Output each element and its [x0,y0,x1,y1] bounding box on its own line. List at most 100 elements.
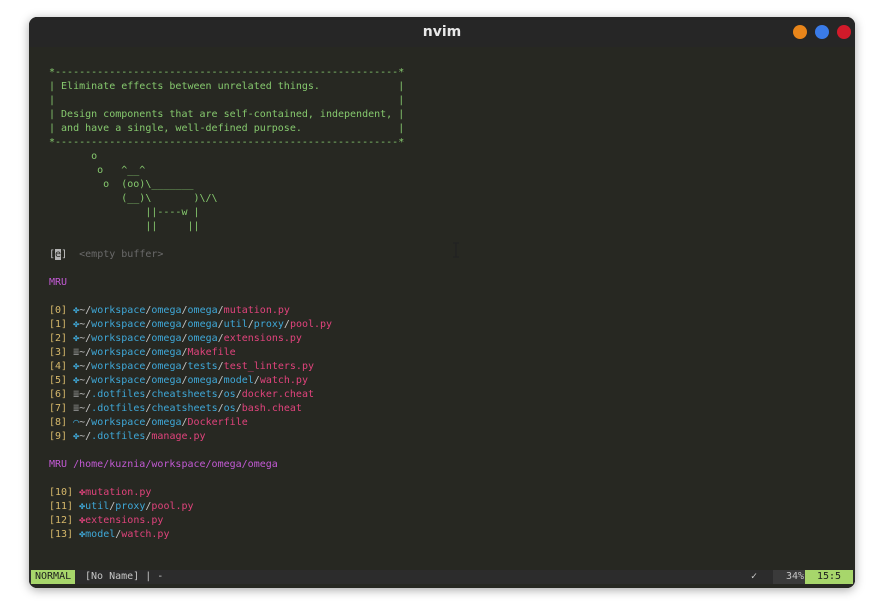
entry-index: [9] [49,431,68,442]
mru-entry[interactable]: [2] ✤~/workspace/omega/omega/extensions.… [49,332,302,346]
path-dir: util [85,501,110,512]
path-dir: workspace [91,375,146,386]
path-prefix: ~/ [79,403,92,414]
maximize-button[interactable] [815,25,829,39]
minimize-button[interactable] [793,25,807,39]
entry-index: [2] [49,333,68,344]
mru-entry[interactable]: [1] ✤~/workspace/omega/omega/util/proxy/… [49,318,332,332]
file-name: docker.cheat [241,389,314,400]
path-prefix: ~/ [79,319,92,330]
mru-entry[interactable]: [10] ✤mutation.py [49,486,151,500]
path-dir: cheatsheets [151,403,218,414]
cursor-position: 15:5 [805,570,853,584]
path-dir: .dotfiles [91,431,146,442]
file-name: watch.py [259,375,308,386]
mru-entry[interactable]: [7] ≣~/.dotfiles/cheatsheets/os/bash.che… [49,402,302,416]
empty-buffer-entry[interactable]: [e] <empty buffer> [49,248,163,262]
buffer-name: [No Name] | - [85,571,164,582]
text-cursor-icon [453,242,459,258]
path-dir: omega [187,319,218,330]
mru-dir-header: MRU /home/kuznia/workspace/omega/omega [49,459,278,470]
entry-index: [0] [49,305,68,316]
cow-art-line: o [49,151,98,162]
mru-entry[interactable]: [6] ≣~/.dotfiles/cheatsheets/os/docker.c… [49,388,314,402]
path-dir: omega [151,333,182,344]
title-bar[interactable]: nvim [29,17,855,47]
path-dir: workspace [91,347,146,358]
path-dir: workspace [91,361,146,372]
status-line: NORMAL [No Name] | - ✓ 34% 15:5 [29,570,855,584]
path-dir: omega [187,375,218,386]
file-name: test_linters.py [223,361,314,372]
entry-index: [8] [49,417,68,428]
entry-index: [7] [49,403,68,414]
entry-index: [13] [49,529,74,540]
path-dir: proxy [253,319,284,330]
path-dir: omega [151,347,182,358]
path-dir: proxy [115,501,146,512]
path-dir: omega [151,375,182,386]
mru-entry[interactable]: [4] ✤~/workspace/omega/tests/test_linter… [49,360,314,374]
path-prefix: ~/ [79,375,92,386]
path-dir: os [223,389,236,400]
file-name: manage.py [151,431,206,442]
mru-entry[interactable]: [11] ✤util/proxy/pool.py [49,500,194,514]
entry-index: [5] [49,375,68,386]
file-name: pool.py [289,319,333,330]
path-dir: util [223,319,248,330]
mru-entry[interactable]: [3] ≣~/workspace/omega/Makefile [49,346,236,360]
empty-buffer-label: <empty buffer> [79,249,164,260]
quote-border-top: *---------------------------------------… [49,67,405,78]
path-dir: omega [151,417,182,428]
entry-index: [11] [49,501,74,512]
file-name: bash.cheat [241,403,302,414]
quote-line: | and have a single, well-defined purpos… [49,123,405,134]
close-button[interactable] [837,25,851,39]
file-name: watch.py [121,529,170,540]
quote-line: | Design components that are self-contai… [49,109,405,120]
quote-border-bottom: *---------------------------------------… [49,137,405,148]
editor-screen[interactable]: *---------------------------------------… [29,47,855,588]
mru-entry[interactable]: [5] ✤~/workspace/omega/omega/model/watch… [49,374,308,388]
path-dir: workspace [91,305,146,316]
file-name: extensions.py [85,515,164,526]
path-prefix: ~/ [79,389,92,400]
path-dir: os [223,403,236,414]
file-name: Makefile [187,347,236,358]
entry-index: [4] [49,361,68,372]
entry-index: [12] [49,515,74,526]
mru-entry[interactable]: [13] ✤model/watch.py [49,528,169,542]
mru-entry[interactable]: [12] ✤extensions.py [49,514,163,528]
path-dir: .dotfiles [91,403,146,414]
cow-art-line: o (oo)\_______ [49,179,194,190]
mru-header: MRU [49,277,68,288]
mru-entry[interactable]: [8] ⌒~/workspace/omega/Dockerfile [49,416,248,430]
path-dir: tests [187,361,218,372]
quote-line: | | [49,95,405,106]
entry-index: [10] [49,487,74,498]
file-name: extensions.py [223,333,302,344]
file-name: mutation.py [223,305,290,316]
path-dir: model [85,529,116,540]
cow-art-line: o ^__^ [49,165,146,176]
path-dir: omega [187,305,218,316]
cow-art-line: || || [49,221,200,232]
cow-art-line: (__)\ )\/\ [49,193,218,204]
entry-index: [6] [49,389,68,400]
mru-entry[interactable]: [0] ✤~/workspace/omega/omega/mutation.py [49,304,290,318]
check-icon: ✓ [751,571,758,582]
path-prefix: ~/ [79,361,92,372]
path-prefix: ~/ [79,417,92,428]
path-dir: workspace [91,319,146,330]
cow-art-line: ||----w | [49,207,200,218]
entry-index: [3] [49,347,68,358]
file-name: mutation.py [85,487,152,498]
mru-entry[interactable]: [9] ✤~/.dotfiles/manage.py [49,430,206,444]
mode-indicator: NORMAL [31,570,76,584]
file-name: Dockerfile [187,417,248,428]
path-dir: workspace [91,333,146,344]
entry-index: [1] [49,319,68,330]
path-dir: .dotfiles [91,389,146,400]
path-dir: omega [187,333,218,344]
path-dir: model [223,375,254,386]
